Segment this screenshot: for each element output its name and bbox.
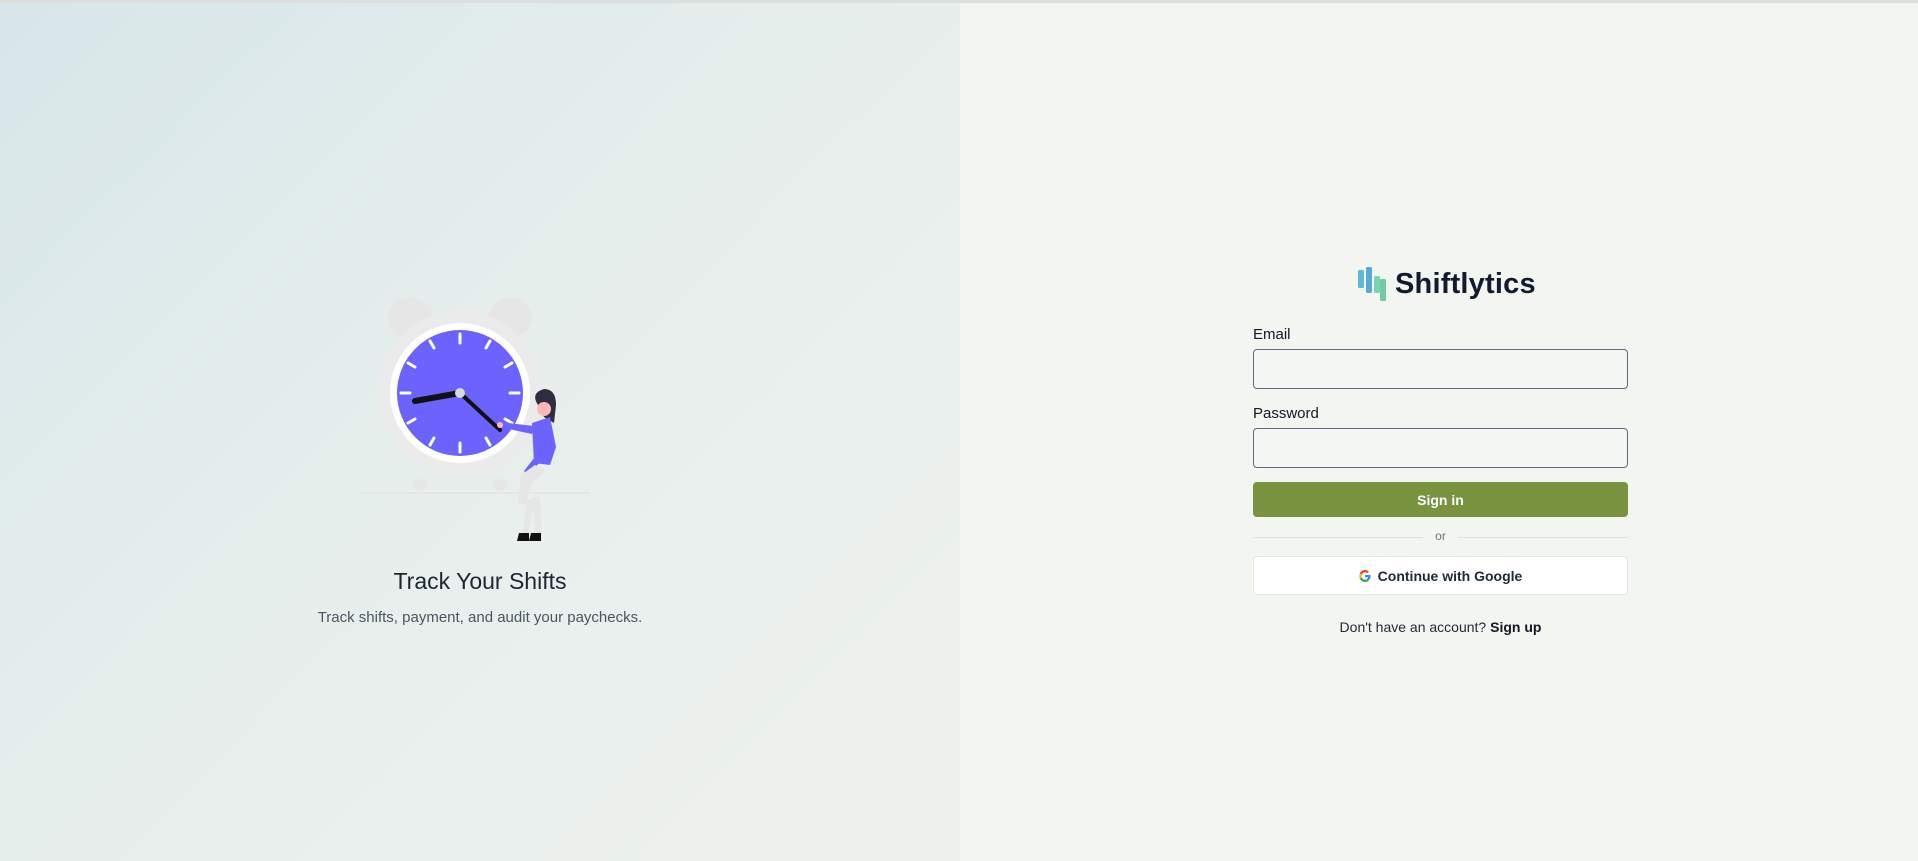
email-group: Email [1253,326,1628,389]
or-divider: or [1253,528,1628,546]
clock-illustration [360,298,590,541]
hero-title: Track Your Shifts [393,568,567,594]
continue-with-google-button[interactable]: Continue with Google [1253,556,1628,595]
brand-name: Shiftlytics [1395,267,1536,300]
sign-up-link[interactable]: Sign up [1490,619,1541,635]
divider-text: or [1435,529,1446,543]
signup-prompt: Don't have an account? [1339,619,1487,635]
google-icon [1358,569,1371,582]
signup-row: Don't have an account? Sign up [1253,619,1628,635]
google-button-label: Continue with Google [1377,567,1523,584]
password-field[interactable] [1253,428,1628,468]
password-group: Password [1253,405,1628,468]
email-field[interactable] [1253,349,1628,389]
login-form: Email Password Sign in or Continue with … [1253,326,1628,635]
sign-in-button[interactable]: Sign in [1253,482,1628,517]
divider-line-right [1458,537,1628,538]
password-label: Password [1253,405,1319,422]
bar-chart-logo-icon [1358,267,1386,301]
brand-header: Shiftlytics [1357,267,1536,301]
hero-panel: Track Your Shifts Track shifts, payment,… [0,3,960,861]
hero-subtitle: Track shifts, payment, and audit your pa… [317,609,643,626]
email-label: Email [1253,326,1291,343]
